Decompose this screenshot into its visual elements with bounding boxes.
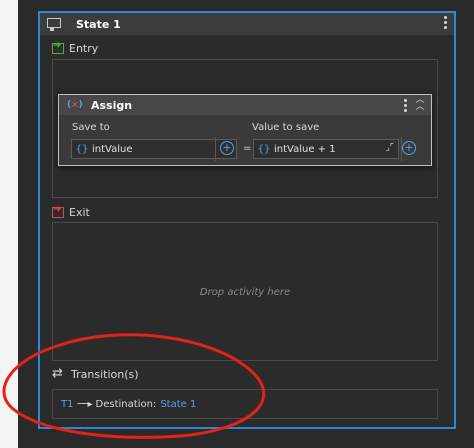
entry-section-label: Entry	[52, 40, 99, 55]
state-icon	[46, 17, 64, 31]
save-to-value: intValue	[92, 143, 133, 155]
assign-menu-kebab-icon[interactable]	[404, 99, 407, 114]
expand-editor-icon[interactable]: ⌟⌜	[386, 143, 394, 153]
expression-brace-icon: {}	[257, 143, 271, 155]
value-to-save-field[interactable]: {} intValue + 1 ⌟⌜	[253, 139, 399, 159]
entry-icon	[52, 40, 64, 54]
save-to-plus-icon[interactable]: +	[220, 141, 234, 155]
exit-section-label: Exit	[52, 204, 90, 219]
exit-icon	[52, 204, 64, 218]
assign-title: Assign	[91, 98, 133, 112]
save-to-label: Save to	[72, 122, 110, 133]
transition-arrows-icon: ⇄	[52, 366, 63, 381]
exit-label-text: Exit	[69, 206, 90, 219]
variable-brace-icon: {}	[75, 143, 89, 155]
assign-icon: (×)	[67, 100, 83, 110]
assign-activity[interactable]: (×) Assign ︿ ︿ Save to Value to save {} i…	[58, 94, 432, 166]
destination-label: Destination:	[95, 398, 157, 410]
value-to-save-value: intValue + 1	[274, 143, 336, 155]
value-to-save-label: Value to save	[252, 122, 320, 133]
entry-label-text: Entry	[69, 42, 99, 55]
transitions-section-label: ⇄ Transition(s)	[52, 366, 139, 381]
state-menu-kebab-icon[interactable]	[444, 16, 448, 31]
collapse-chevron-icon[interactable]: ︿ ︿	[413, 96, 427, 113]
destination-link[interactable]: State 1	[160, 399, 196, 410]
drop-activity-hint: Drop activity here	[199, 287, 291, 298]
transitions-label-text: Transition(s)	[71, 368, 139, 381]
exit-dropzone[interactable]: Drop activity here	[52, 222, 438, 361]
equals-sign: =	[243, 143, 252, 154]
save-to-field[interactable]: {} intValue	[71, 139, 237, 159]
assign-header[interactable]: (×) Assign ︿ ︿	[59, 95, 431, 115]
field-separator	[215, 137, 216, 161]
transition-item[interactable]: T1 ──▸ Destination: State 1	[52, 389, 438, 419]
transition-id[interactable]: T1	[61, 399, 73, 410]
value-to-save-plus-icon[interactable]: +	[402, 141, 416, 155]
transition-arrow-icon: ──▸	[77, 398, 92, 410]
state-title: State 1	[76, 17, 121, 31]
state-header[interactable]: State 1	[40, 13, 454, 35]
